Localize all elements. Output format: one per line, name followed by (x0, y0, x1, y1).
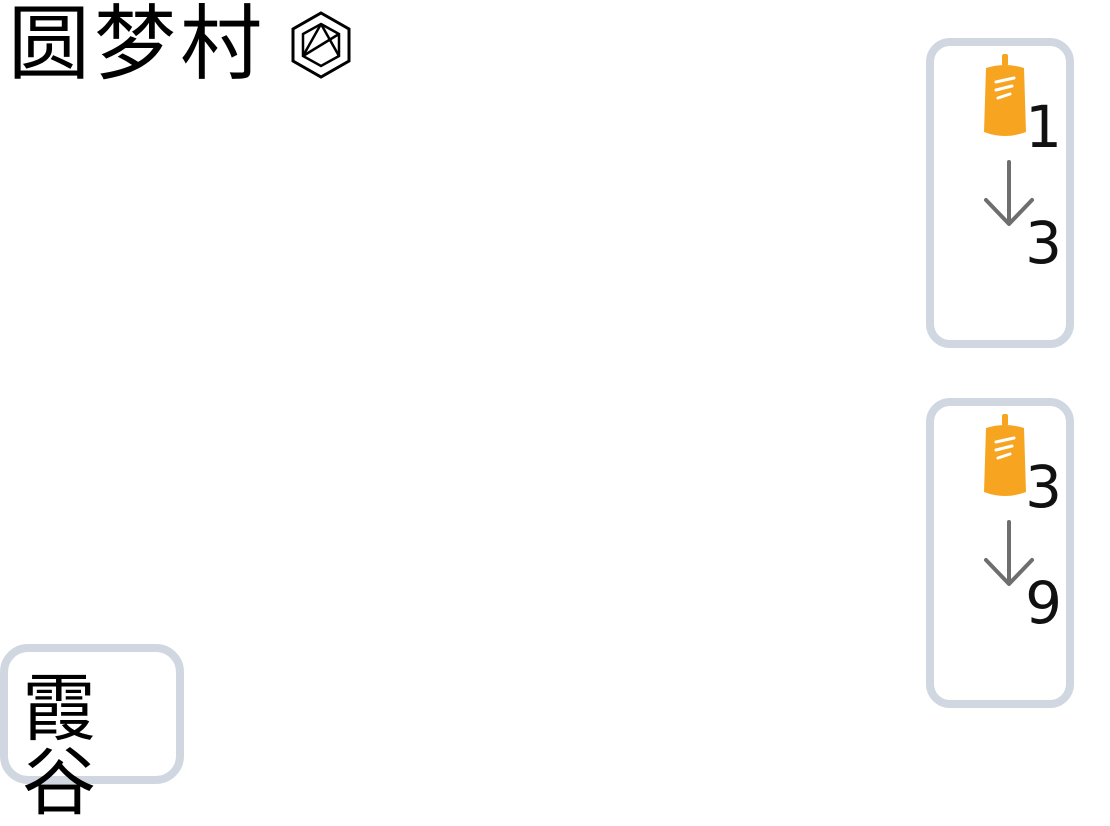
trade-from-count: 1 (1025, 93, 1062, 161)
trade-from-count: 3 (1025, 453, 1062, 521)
header: 圆梦村 (8, 4, 356, 86)
trade-to-count: 3 (1025, 209, 1062, 277)
bottle-icon (984, 54, 1026, 136)
bottle-icon (984, 414, 1026, 496)
village-title: 圆梦村 (8, 0, 267, 92)
trade-to-count: 9 (1025, 569, 1062, 637)
trade-card[interactable]: 1 3 (926, 38, 1074, 348)
location-tag[interactable]: 霞谷 (0, 644, 184, 820)
location-label: 霞谷 (22, 666, 102, 826)
aperture-hexagon-icon[interactable] (286, 10, 356, 80)
trade-card[interactable]: 3 9 (926, 398, 1074, 708)
